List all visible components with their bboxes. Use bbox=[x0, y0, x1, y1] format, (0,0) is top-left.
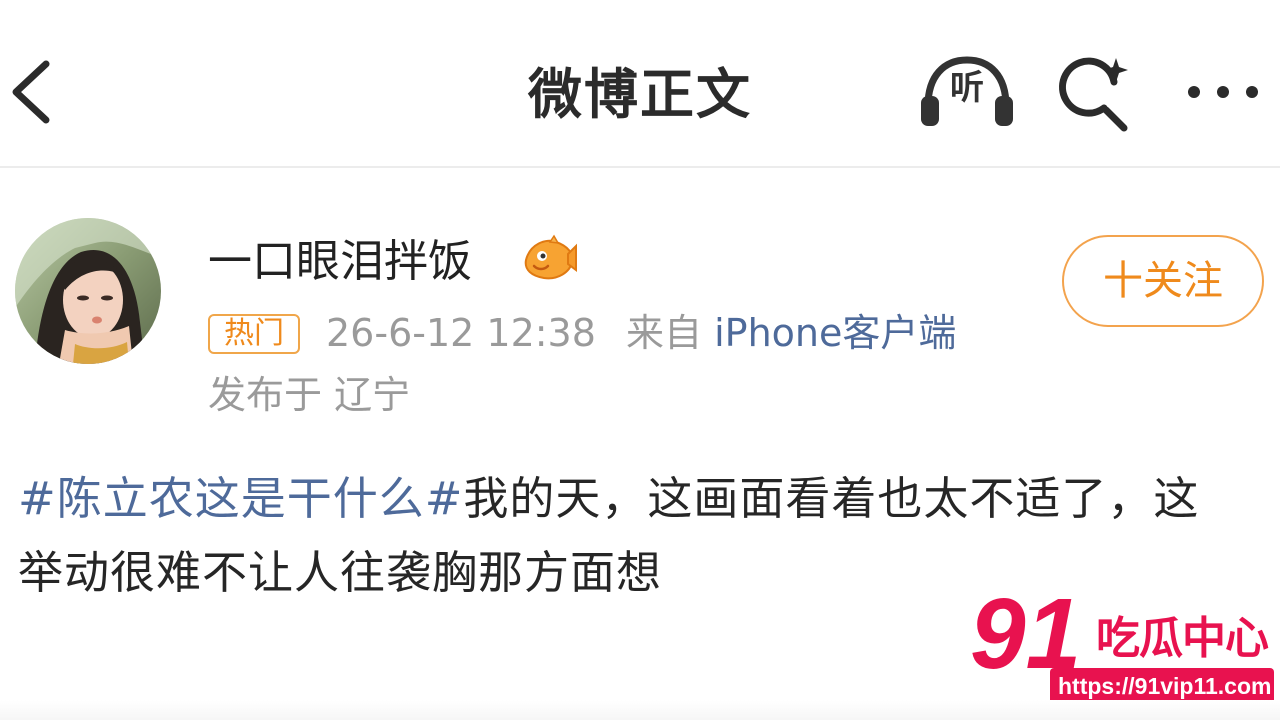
listen-label: 听 bbox=[950, 68, 984, 108]
hot-tag-badge: 热门 bbox=[208, 314, 300, 354]
search-button[interactable] bbox=[1054, 52, 1138, 136]
topic-hashtag-link[interactable]: #陈立农这是干什么# bbox=[18, 472, 463, 525]
search-sparkle-icon bbox=[1059, 57, 1128, 132]
watermark-name: 吃瓜中心 bbox=[1096, 613, 1269, 664]
avatar[interactable] bbox=[15, 218, 161, 364]
watermark-number: 91 bbox=[970, 582, 1081, 678]
author-name[interactable]: 一口眼泪拌饭 bbox=[208, 234, 472, 290]
post-location: 发布于 辽宁 bbox=[208, 373, 411, 417]
nav-bar: 微博正文 听 bbox=[0, 0, 1280, 168]
avatar-photo bbox=[15, 218, 161, 364]
weibo-post-page: 微博正文 听 一口眼泪拌饭 热门 26-6-12 12:38 来自 iPhone… bbox=[0, 0, 1280, 720]
follow-button[interactable]: 十关注 bbox=[1062, 235, 1264, 327]
source-prefix: 来自 bbox=[626, 311, 703, 355]
more-horizontal-icon bbox=[1188, 86, 1258, 98]
post-time: 26-6-12 12:38 bbox=[326, 311, 596, 355]
more-button[interactable] bbox=[1180, 68, 1266, 116]
listen-button[interactable]: 听 bbox=[918, 54, 1016, 130]
watermark-logo: 91 吃瓜中心 https://91vip11.com bbox=[966, 580, 1278, 710]
post-source: 来自 iPhone客户端 bbox=[626, 308, 956, 358]
bottom-divider bbox=[0, 700, 1280, 720]
watermark-url: https://91vip11.com bbox=[1058, 673, 1272, 699]
watermark-91-mark: 91 bbox=[970, 582, 1081, 678]
fish-badge-icon bbox=[522, 234, 578, 286]
source-client-link[interactable]: iPhone客户端 bbox=[714, 311, 956, 355]
